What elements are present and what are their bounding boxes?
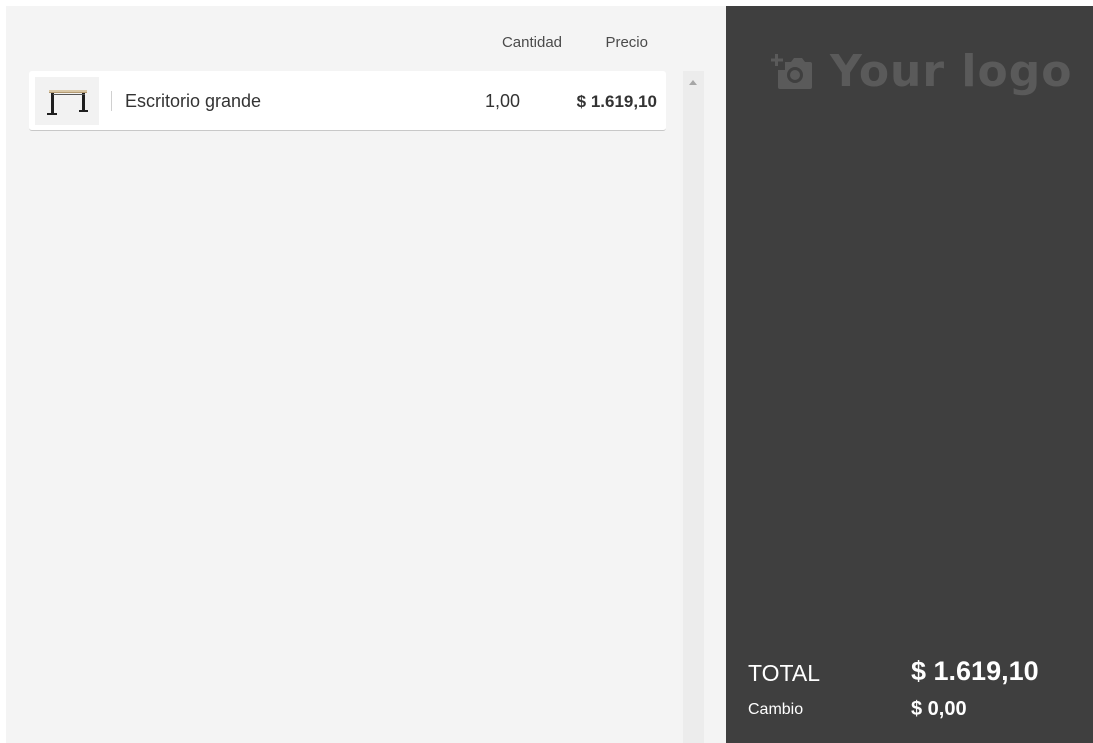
customer-display: Cantidad Precio Escritorio grande 1,00 $… — [6, 6, 1093, 743]
change-label: Cambio — [748, 701, 804, 718]
line-divider — [111, 91, 112, 111]
change-row: Cambio $ 0,00 — [748, 694, 1078, 724]
add-photo-icon — [771, 53, 812, 89]
line-quantity: 1,00 — [484, 91, 520, 111]
change-value: $ 0,00 — [911, 698, 967, 720]
summary-panel: Your logo TOTAL $ 1.619,10 Cambio $ 0,00 — [726, 6, 1093, 743]
line-price: $ 1.619,10 — [576, 92, 657, 111]
logo-text: Your logo — [830, 46, 1073, 97]
total-value: $ 1.619,10 — [911, 656, 1039, 686]
order-column-headers: Cantidad Precio — [6, 6, 666, 71]
order-lines-scrollbar[interactable] — [683, 71, 704, 743]
scroll-up-icon[interactable] — [689, 80, 697, 85]
order-lines-list: Escritorio grande 1,00 $ 1.619,10 — [29, 71, 666, 131]
desk-icon — [35, 77, 99, 125]
total-label: TOTAL — [748, 660, 820, 686]
total-row: TOTAL $ 1.619,10 — [748, 654, 1078, 694]
logo: Your logo — [771, 46, 1072, 97]
product-name: Escritorio grande — [125, 91, 262, 111]
order-panel: Cantidad Precio Escritorio grande 1,00 $… — [6, 6, 726, 743]
quantity-column-header: Cantidad — [501, 34, 562, 51]
order-line[interactable]: Escritorio grande 1,00 $ 1.619,10 — [29, 71, 666, 131]
price-column-header: Precio — [605, 34, 648, 51]
order-totals: TOTAL $ 1.619,10 Cambio $ 0,00 — [748, 654, 1078, 724]
